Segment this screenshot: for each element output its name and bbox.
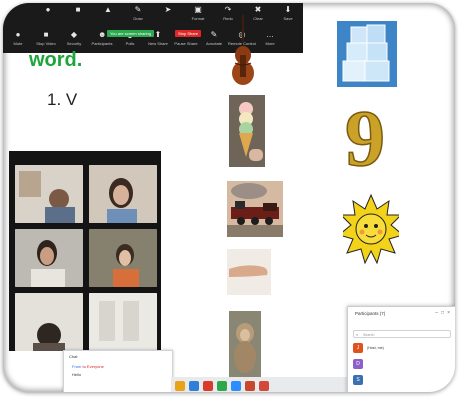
chat-panel: Chat From to Everyone Hello (63, 350, 173, 392)
violin-image (229, 15, 257, 89)
participant-tile-speaking[interactable] (89, 165, 157, 223)
toolbar-button[interactable]: ● (33, 6, 63, 16)
toolbar-button[interactable]: ▣ Format (183, 5, 213, 22)
participants-panel: Participants (7) –□× ⌕ Search J (Host, m… (347, 306, 455, 392)
toolbar-button-label: Format (191, 16, 205, 21)
file-explorer-icon[interactable] (175, 381, 185, 391)
toolbar-button[interactable]: ➤ (153, 6, 183, 16)
search-icon: ⌕ (356, 332, 359, 337)
participant-tile[interactable] (89, 229, 157, 287)
slide-line-1: 1. V (47, 90, 78, 109)
toolbar-button[interactable]: ✎ Draw (123, 5, 153, 22)
participant-row[interactable]: S (353, 375, 453, 387)
annotation-toolbar: ● ■ ▲ ✎ Draw ➤ ▣ Format ↷ Redo ✖ Clear ⬇ Save (3, 3, 303, 27)
participant-row[interactable]: D (353, 359, 453, 371)
toolbar-button-label: Save (283, 16, 293, 21)
toolbar-button[interactable]: … More (255, 30, 285, 47)
windows-taskbar (171, 377, 351, 392)
toolbar-button[interactable]: ⬇ Save (273, 5, 303, 22)
toolbar-button-label: Stop Video (36, 41, 56, 46)
mic-icon: ● (15, 30, 21, 39)
chat-message-text: Hello (72, 372, 82, 377)
participant-tile[interactable] (15, 293, 83, 351)
toolbar-button-label: Mute (13, 41, 23, 46)
toolbar-button-label: Pause Share (174, 41, 198, 46)
video-gallery (9, 151, 161, 351)
annotate-icon: ✎ (210, 30, 218, 39)
chrome-icon[interactable] (203, 381, 213, 391)
pointer-icon: ➤ (164, 5, 172, 14)
edge-icon[interactable] (189, 381, 199, 391)
chat-recipient: to Everyone (82, 364, 104, 369)
toolbar-button[interactable]: ■ Stop Video (31, 30, 61, 47)
format-icon: ▣ (194, 5, 202, 14)
participant-name: (Host, me) (367, 346, 384, 350)
toolbar-button[interactable]: ◆ Security (59, 30, 89, 47)
toolbar-button-label: Security (66, 41, 82, 46)
chat-header: Chat (69, 354, 78, 359)
more-icon: … (266, 30, 274, 39)
save-icon: ⬇ (284, 5, 292, 14)
participant-row[interactable]: J (Host, me) (353, 343, 453, 355)
toolbar-button-label: Polls (125, 41, 135, 46)
sun-image (343, 193, 399, 265)
ice-cubes-image (337, 21, 397, 87)
search-placeholder: Search (363, 333, 375, 337)
powerpoint-icon[interactable] (245, 381, 255, 391)
participant-tile[interactable] (89, 293, 157, 351)
participants-icon: ☻ (98, 30, 107, 39)
toolbar-button-label: More (265, 41, 275, 46)
participants-title: Participants (7) (355, 311, 386, 316)
arm-image (227, 249, 271, 295)
toolbar-button-label: Participants (91, 41, 113, 46)
number-nine-image: 9 (341, 93, 389, 177)
toolbar-button[interactable]: ● Mute (3, 30, 33, 47)
participant-tile[interactable] (15, 165, 83, 223)
window-controls-icon[interactable]: –□× (435, 310, 453, 316)
ice-cream-image (229, 95, 265, 167)
zoom-app-icon[interactable] (231, 381, 241, 391)
chat-from-prefix: From (72, 364, 83, 369)
toolbar-button-label: Draw (133, 16, 143, 21)
trash-icon: ✖ (254, 5, 262, 14)
pencil-icon: ✎ (134, 5, 142, 14)
app-icon[interactable] (259, 381, 269, 391)
train-image (227, 181, 283, 237)
toolbar-button-label: Annotate (205, 41, 222, 46)
avatar: J (353, 343, 363, 353)
video-icon: ■ (43, 30, 49, 39)
share-icon: ▲ (104, 5, 112, 14)
video-icon: ■ (75, 5, 81, 14)
toolbar-button-label: New Share (148, 41, 168, 46)
stop-share-button[interactable]: Stop Share (175, 30, 202, 37)
participants-search-input[interactable]: ⌕ Search (353, 330, 451, 338)
screen-frame: ● ■ ▲ ✎ Draw ➤ ▣ Format ↷ Redo ✖ Clear ⬇ Save ● Mute ■ S… (3, 3, 455, 392)
mic-icon: ● (45, 5, 51, 14)
avatar: D (353, 359, 363, 369)
zoom-toolbar: ● ■ ▲ ✎ Draw ➤ ▣ Format ↷ Redo ✖ Clear ⬇ Save ● Mute ■ S… (3, 3, 303, 53)
excel-icon[interactable] (217, 381, 227, 391)
toolbar-button[interactable]: ▲ (93, 6, 123, 16)
redo-icon: ↷ (224, 5, 232, 14)
chat-message-from: From to Everyone (72, 364, 104, 369)
share-up-icon: ⬆ (154, 30, 162, 39)
toolbar-button[interactable]: ■ (63, 6, 93, 16)
slide-heading: word. (29, 49, 83, 71)
avatar: S (353, 375, 363, 385)
number-nine-text: 9 (345, 95, 385, 177)
shield-icon: ◆ (70, 30, 78, 39)
toolbar-button[interactable]: ✎ Annotate (199, 30, 229, 47)
participant-tile[interactable] (15, 229, 83, 287)
monkey-image (229, 311, 261, 379)
sharing-indicator: You are screen sharing (107, 30, 154, 37)
